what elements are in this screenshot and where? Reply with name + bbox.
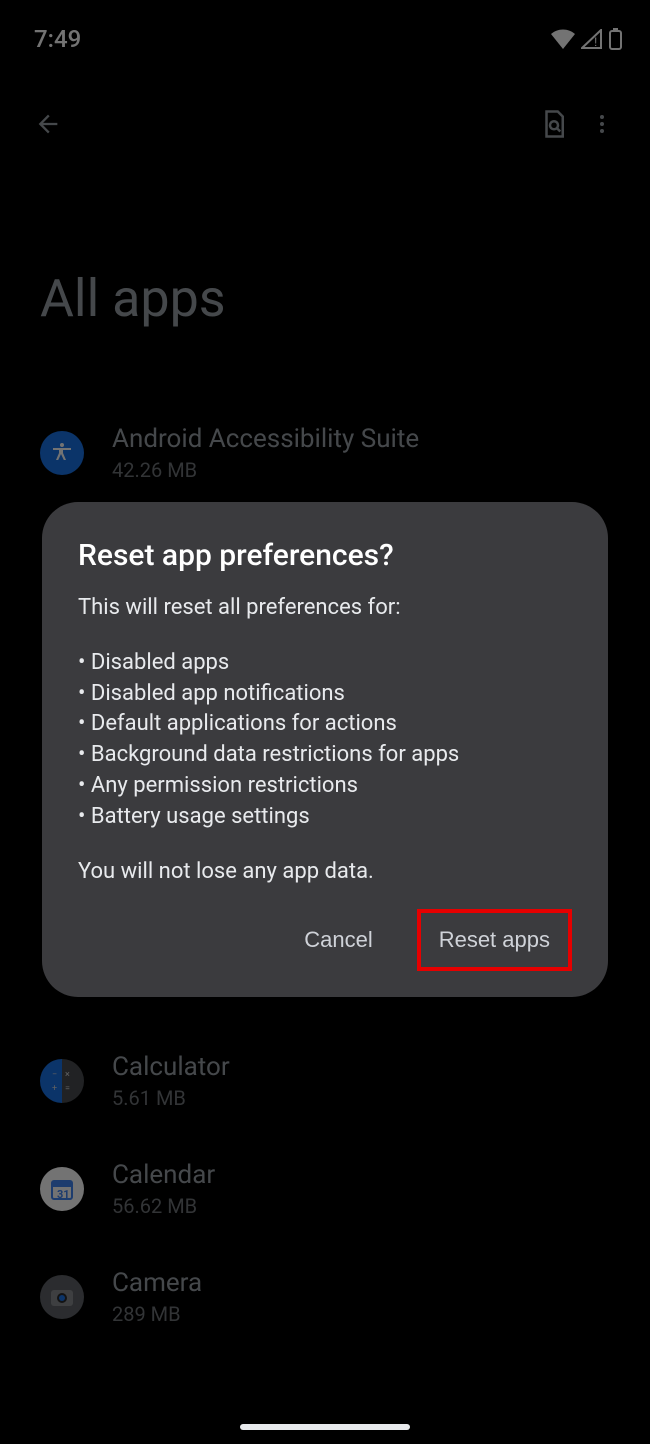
dialog-footer-text: You will not lose any app data. (78, 857, 572, 888)
bullet-item: Background data restrictions for apps (78, 740, 572, 771)
home-indicator[interactable] (240, 1424, 410, 1430)
bullet-item: Any permission restrictions (78, 771, 572, 802)
bullet-item: Disabled apps (78, 648, 572, 679)
reset-apps-button[interactable]: Reset apps (437, 923, 552, 957)
dialog-actions: Cancel Reset apps (78, 909, 572, 971)
reset-preferences-dialog: Reset app preferences? This will reset a… (42, 502, 608, 997)
dialog-bullets: Disabled apps Disabled app notifications… (78, 648, 572, 833)
bullet-item: Disabled app notifications (78, 679, 572, 710)
dialog-title: Reset app preferences? (78, 538, 572, 573)
cancel-button[interactable]: Cancel (284, 913, 392, 967)
bullet-item: Battery usage settings (78, 802, 572, 833)
bullet-item: Default applications for actions (78, 709, 572, 740)
dialog-lead: This will reset all preferences for: (78, 593, 572, 624)
dialog-body: This will reset all preferences for: Dis… (78, 593, 572, 887)
confirm-highlight: Reset apps (417, 909, 572, 971)
